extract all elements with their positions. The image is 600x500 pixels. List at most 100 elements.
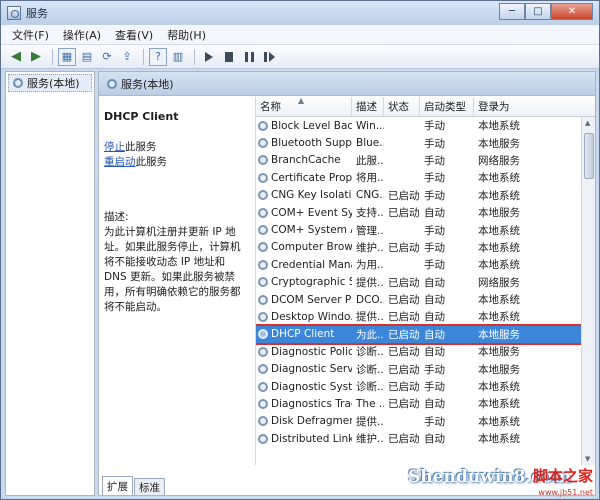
scroll-up-icon[interactable]: ▲ [585, 119, 590, 127]
service-name-cell: DCOM Server Pr... [256, 291, 352, 308]
tab-extended[interactable]: 扩展 [102, 476, 133, 495]
service-row[interactable]: DCOM Server Pr... DCO... 已启动自动 本地系统 [256, 291, 582, 308]
main-pane-title: 服务(本地) [121, 77, 174, 91]
show-hide-console-tree-button[interactable]: ▦ [58, 47, 76, 66]
service-row[interactable]: Block Level Back... Win... 手动 本地系统 [256, 117, 582, 134]
window-title: 服务 [26, 7, 48, 20]
menu-help[interactable]: 帮助(H) [160, 27, 213, 43]
service-row[interactable]: BranchCache 此服... 手动 网络服务 [256, 152, 582, 169]
service-log-on-as-cell: 网络服务 [478, 276, 520, 289]
forward-button[interactable]: ▶ [27, 48, 45, 66]
service-name-cell: Diagnostics Trac... [256, 395, 352, 412]
help-button[interactable]: ? [149, 47, 167, 66]
view-button[interactable]: ▥ [169, 48, 187, 66]
service-status-cell: 已启动 [388, 433, 420, 446]
service-log-on-as-cell: 本地服务 [478, 207, 520, 220]
console-tree: 服务(本地) [5, 71, 95, 496]
service-description-cell: 支持... [356, 207, 384, 220]
service-log-on-as-cell: 本地系统 [478, 433, 520, 446]
service-row[interactable]: Diagnostic Polic... 诊断... 已启动自动 本地服务 [256, 343, 582, 360]
back-button[interactable]: ◀ [7, 48, 25, 66]
service-row[interactable]: Diagnostic Syste... 诊断... 已启动手动 本地系统 [256, 378, 582, 395]
watermark-url: www.jb51.net [538, 488, 593, 497]
close-button[interactable]: ✕ [551, 3, 593, 20]
restart-service-link[interactable]: 重启动 [104, 156, 136, 168]
service-row[interactable]: Diagnostics Trac... The ... 已启动自动 本地系统 [256, 395, 582, 412]
menu-view[interactable]: 查看(V) [108, 27, 160, 43]
tree-item-label: 服务(本地) [27, 77, 80, 90]
service-name-cell: Computer Brow... [256, 239, 352, 256]
service-row[interactable]: Certificate Propa... 将用... 手动 本地系统 [256, 169, 582, 186]
main-pane-header: 服务(本地) [99, 72, 595, 96]
service-row[interactable]: Diagnostic Servi... 诊断... 已启动手动 本地服务 [256, 360, 582, 377]
refresh-button[interactable]: ⟳ [98, 48, 116, 66]
service-row[interactable]: Credential Mana... 为用... 手动 本地系统 [256, 256, 582, 273]
gear-icon [13, 78, 23, 88]
gear-icon [107, 78, 117, 89]
services-window: 服务 ─ □ ✕ 文件(F) 操作(A) 查看(V) 帮助(H) ◀ ▶ ▦ ▤… [0, 0, 600, 500]
service-log-on-as-cell: 网络服务 [478, 154, 520, 167]
scrollbar-thumb[interactable] [584, 133, 594, 179]
menu-file[interactable]: 文件(F) [5, 27, 56, 43]
pause-service-button[interactable] [240, 48, 258, 66]
console-tree-icon: ▦ [61, 50, 73, 63]
service-startup-type-cell: 自动 [424, 328, 445, 341]
menu-action[interactable]: 操作(A) [56, 27, 108, 43]
service-startup-type-cell: 手动 [424, 172, 445, 185]
service-name-cell: CNG Key Isolation [256, 187, 352, 204]
properties-button[interactable]: ▤ [78, 48, 96, 66]
vertical-scrollbar[interactable]: ▲ ▼ [581, 117, 595, 465]
service-row[interactable]: Cryptographic S... 提供... 已启动自动 网络服务 [256, 274, 582, 291]
maximize-button[interactable]: □ [525, 3, 551, 20]
service-startup-type-cell: 自动 [424, 346, 445, 359]
service-row[interactable]: Distributed Link ... 维护... 已启动自动 本地系统 [256, 430, 582, 447]
column-header-status[interactable]: 状态 [384, 97, 420, 116]
tree-item-services-local[interactable]: 服务(本地) [8, 74, 92, 92]
stop-service-button[interactable] [220, 48, 238, 66]
column-header-startup-type[interactable]: 启动类型 [420, 97, 474, 116]
service-startup-type-cell: 手动 [424, 259, 445, 272]
export-icon: ⇪ [122, 50, 132, 63]
service-log-on-as-cell: 本地系统 [478, 189, 520, 202]
service-status-cell [384, 221, 420, 238]
toolbar-separator [143, 48, 144, 65]
service-log-on-as-cell: 本地系统 [478, 294, 520, 307]
service-row[interactable]: CNG Key Isolation CNG... 已启动手动 本地系统 [256, 187, 582, 204]
service-row[interactable]: COM+ System A... 管理... 手动 本地系统 [256, 221, 582, 238]
scroll-down-icon[interactable]: ▼ [585, 455, 590, 463]
restart-icon [264, 51, 275, 62]
gear-icon [258, 346, 268, 357]
service-startup-type-cell: 手动 [424, 137, 445, 150]
column-header-log-on-as[interactable]: 登录为 [474, 97, 578, 116]
service-startup-type-cell: 手动 [424, 381, 445, 394]
service-name-text: Diagnostic Servi... [271, 363, 352, 376]
service-status-cell: 已启动 [388, 294, 420, 307]
gear-icon [258, 207, 268, 218]
service-name-text: Computer Brow... [271, 241, 352, 254]
start-service-button[interactable] [200, 48, 218, 66]
service-startup-type-cell: 手动 [424, 363, 445, 376]
service-row[interactable]: Disk Defragmen... 提供... 手动 本地系统 [256, 413, 582, 430]
service-row[interactable]: Computer Brow... 维护... 已启动手动 本地系统 [256, 239, 582, 256]
service-status-cell: 已启动 [388, 189, 420, 202]
restart-service-button[interactable] [260, 48, 278, 66]
gear-icon [258, 294, 268, 305]
service-description-cell: 诊断... [356, 381, 384, 394]
service-description-cell: 诊断... [356, 346, 384, 359]
service-row[interactable]: Bluetooth Supp... Blue... 手动 本地服务 [256, 134, 582, 151]
restart-service-line: 重启动此服务 [104, 155, 248, 170]
service-row[interactable]: Desktop Windo... 提供... 已启动 自动 本地系统 [256, 308, 582, 325]
restart-service-suffix: 此服务 [135, 156, 168, 168]
minimize-button[interactable]: ─ [499, 3, 525, 20]
service-row[interactable]: COM+ Event Sys... 支持... 已启动自动 本地服务 [256, 204, 582, 221]
stop-service-link[interactable]: 停止 [104, 141, 125, 153]
service-startup-type-cell: 自动 [424, 276, 445, 289]
title-bar[interactable]: 服务 ─ □ ✕ [1, 1, 599, 25]
service-row-selected[interactable]: DHCP Client 为此... 已启动 自动 本地服务 [256, 323, 584, 346]
export-list-button[interactable]: ⇪ [118, 48, 136, 66]
service-name-text: Credential Mana... [271, 258, 352, 271]
service-startup-type-cell: 自动 [424, 207, 445, 220]
tab-standard[interactable]: 标准 [134, 478, 165, 495]
service-description-cell: 提供... [356, 276, 384, 289]
column-header-description[interactable]: 描述 [352, 97, 384, 116]
